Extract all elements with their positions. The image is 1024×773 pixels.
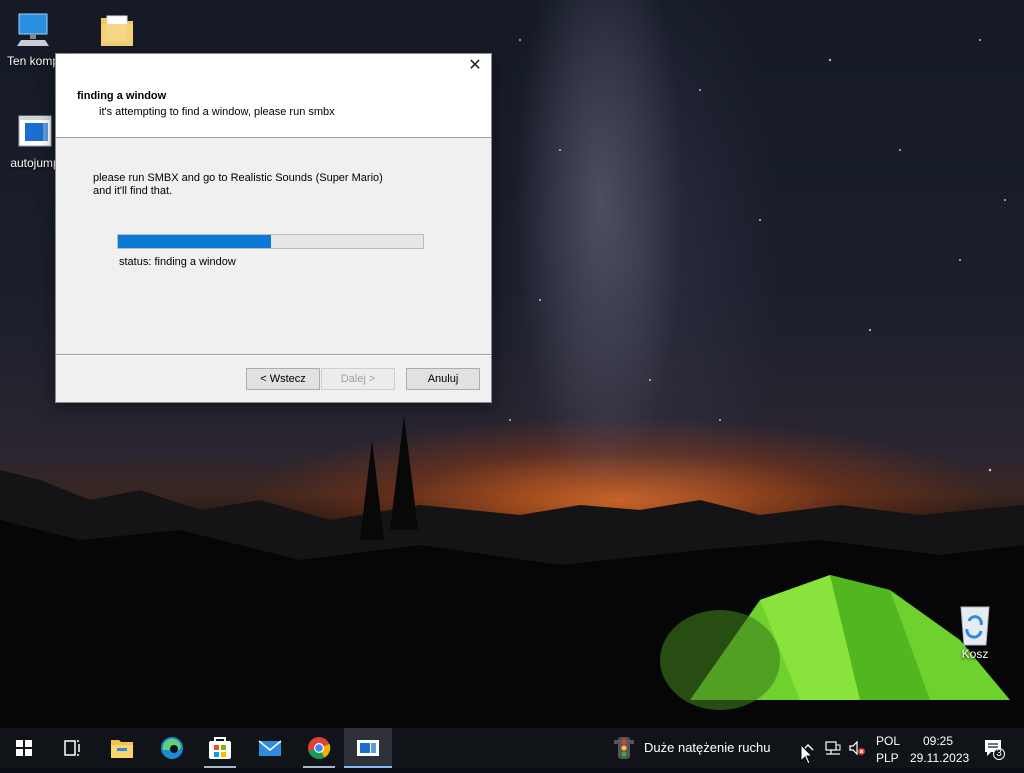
edge-icon (161, 737, 183, 759)
desktop-icon-label: Kosz (961, 647, 989, 661)
cancel-button[interactable]: Anuluj (406, 368, 480, 390)
keyboard-layout: PLP (876, 751, 899, 765)
desktop-icon-folder[interactable] (82, 10, 152, 54)
action-center-button[interactable]: 3 (982, 736, 1006, 760)
app-window-icon (15, 112, 55, 152)
desktop-icon-recycle-bin[interactable]: Kosz (940, 603, 1010, 661)
clock-date: 29.11.2023 (910, 751, 970, 765)
file-explorer-icon (111, 740, 133, 758)
close-icon[interactable]: ✕ (465, 57, 485, 75)
progress-fill (118, 235, 271, 248)
task-view-button[interactable] (48, 728, 96, 768)
taskbar: Duże natężenie ruchu POL PLP 09:25 29.11… (0, 728, 1024, 768)
clock-time: 09:25 (922, 734, 954, 748)
wizard-dialog: ✕ finding a window it's attempting to fi… (55, 53, 492, 403)
mail-icon (258, 740, 282, 756)
dialog-header: finding a window it's attempting to find… (56, 78, 491, 138)
clock[interactable]: 09:25 29.11.2023 (910, 733, 970, 767)
taskbar-edge[interactable] (148, 728, 196, 768)
recycle-bin-icon (955, 603, 995, 646)
task-view-icon (64, 740, 80, 756)
language-code: POL (876, 734, 901, 748)
traffic-status-text[interactable]: Duże natężenie ruchu (644, 740, 770, 755)
next-button[interactable]: Dalej > (321, 368, 395, 390)
taskbar-store[interactable] (196, 728, 244, 768)
instruction-line: please run SMBX and go to Realistic Soun… (93, 172, 383, 184)
start-button[interactable] (0, 728, 48, 768)
taskbar-autojump-app[interactable] (344, 728, 392, 768)
taskbar-mail[interactable] (246, 728, 294, 768)
instruction-line: and it'll find that. (93, 185, 173, 197)
traffic-light-icon[interactable] (612, 736, 636, 760)
status-text: status: finding a window (119, 256, 236, 268)
chrome-icon (308, 737, 331, 759)
dialog-titlebar[interactable]: ✕ (56, 54, 491, 78)
dialog-separator (56, 354, 491, 356)
input-language[interactable]: POL PLP (876, 733, 900, 767)
taskbar-file-explorer[interactable] (98, 728, 146, 768)
mouse-cursor-icon (800, 744, 814, 765)
start-icon (16, 740, 32, 756)
volume-muted-icon[interactable] (848, 739, 866, 757)
computer-icon (13, 10, 53, 50)
taskbar-chrome[interactable] (295, 728, 343, 768)
network-icon[interactable] (824, 739, 842, 757)
folder-icon (97, 10, 137, 50)
progress-bar (117, 234, 424, 249)
dialog-subheading: it's attempting to find a window, please… (99, 106, 335, 118)
dialog-heading: finding a window (77, 90, 167, 102)
back-button[interactable]: < Wstecz (246, 368, 320, 390)
app-window-icon (357, 740, 379, 756)
store-icon (209, 737, 231, 759)
dialog-instructions: please run SMBX and go to Realistic Soun… (93, 172, 383, 198)
notification-count: 3 (996, 748, 1002, 759)
